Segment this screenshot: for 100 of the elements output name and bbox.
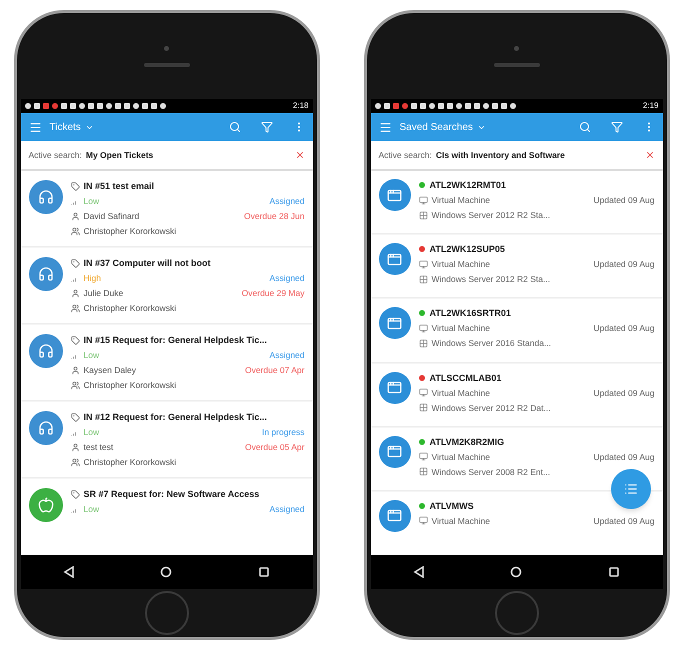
menu-icon[interactable]	[28, 120, 42, 134]
updated-date: Updated 09 Aug	[594, 322, 654, 334]
search-icon[interactable]	[228, 121, 240, 133]
ticket-title[interactable]: IN #37 Computer will not boot	[84, 257, 211, 269]
asset-type: Virtual Machine	[432, 322, 490, 334]
headset-icon	[38, 266, 54, 282]
headset-icon	[38, 343, 54, 359]
menu-icon[interactable]	[378, 120, 392, 134]
tag-icon	[70, 336, 80, 344]
apple-icon	[38, 497, 54, 513]
status-label: Assigned	[270, 195, 304, 207]
priority-label: Low	[84, 349, 100, 361]
monitor-icon	[418, 196, 428, 204]
requester-name: Kaysen Daley	[84, 364, 136, 376]
updated-date: Updated 09 Aug	[594, 514, 654, 527]
active-search-label: Active search:	[378, 148, 432, 162]
tag-icon	[70, 412, 80, 422]
window-icon	[387, 444, 402, 460]
tag-icon	[70, 182, 80, 190]
asset-name[interactable]: ATL2WK12RMT01	[430, 179, 506, 191]
tag-icon	[70, 258, 80, 268]
close-icon[interactable]	[294, 150, 304, 160]
recents-icon[interactable]	[608, 566, 620, 578]
status-time: 2:19	[642, 102, 658, 110]
requester-name: David Safinard	[84, 210, 140, 222]
operating-system: Windows Server 2012 R2 Sta...	[432, 209, 550, 221]
due-date: Overdue 05 Apr	[244, 441, 304, 453]
assignee-name: Christopher Kororkowski	[84, 225, 176, 237]
active-search-value: My Open Tickets	[86, 148, 154, 162]
home-button[interactable]	[494, 591, 538, 635]
status-time: 2:18	[292, 102, 308, 110]
ticket-title[interactable]: SR #7 Request for: New Software Access	[84, 488, 260, 500]
operating-system: Windows Server 2016 Standa...	[432, 337, 552, 350]
operating-system: Windows Server 2008 R2 Ent...	[432, 466, 550, 478]
active-search-value: CIs with Inventory and Software	[436, 148, 565, 162]
updated-date: Updated 09 Aug	[594, 386, 654, 399]
grid-icon	[418, 467, 428, 476]
person-icon	[70, 212, 80, 220]
back-icon[interactable]	[63, 566, 76, 578]
status-label: In progress	[262, 426, 304, 438]
status-label: Assigned	[270, 349, 304, 361]
grid-icon	[418, 403, 428, 412]
due-date: Overdue 07 Apr	[244, 364, 304, 376]
grid-icon	[418, 210, 428, 220]
status-label: Assigned	[270, 503, 304, 515]
asset-type: Virtual Machine	[432, 258, 490, 270]
operating-system: Windows Server 2012 R2 Sta...	[432, 273, 550, 286]
priority-label: Low	[84, 426, 100, 438]
updated-date: Updated 09 Aug	[594, 194, 654, 206]
headset-icon	[38, 420, 54, 436]
assignee-name: Christopher Kororkowski	[84, 379, 176, 391]
home-icon[interactable]	[160, 566, 172, 578]
asset-name[interactable]: ATLVMWS	[430, 500, 474, 512]
asset-type: Virtual Machine	[432, 386, 490, 399]
monitor-icon	[418, 516, 428, 526]
speaker-grille	[494, 62, 540, 66]
filter-icon[interactable]	[610, 121, 622, 133]
home-button[interactable]	[144, 591, 188, 635]
search-icon[interactable]	[578, 121, 590, 133]
operating-system: Windows Server 2012 R2 Dat...	[432, 402, 551, 414]
home-icon[interactable]	[510, 566, 522, 578]
back-icon[interactable]	[413, 566, 426, 578]
person-icon	[70, 442, 80, 452]
assignee-name: Christopher Kororkowski	[84, 456, 176, 468]
asset-name[interactable]: ATLVM2K8R2MIG	[430, 436, 504, 448]
person-icon	[70, 366, 80, 374]
asset-name[interactable]: ATLSCCMLAB01	[430, 372, 502, 384]
asset-type: Virtual Machine	[432, 450, 490, 463]
asset-name[interactable]: ATL2WK12SUP05	[430, 243, 505, 256]
active-search-label: Active search:	[28, 148, 82, 162]
requester-name: test test	[84, 441, 114, 453]
grid-icon	[418, 338, 428, 348]
assignee-name: Christopher Kororkowski	[84, 302, 176, 314]
window-icon	[387, 508, 402, 524]
close-icon[interactable]	[644, 150, 654, 160]
monitor-icon	[418, 452, 428, 462]
window-icon	[387, 316, 402, 331]
recents-icon[interactable]	[258, 566, 270, 578]
ticket-title[interactable]: IN #51 test email	[84, 180, 154, 192]
ticket-title[interactable]: IN #15 Request for: General Helpdesk Tic...	[84, 334, 267, 346]
grid-icon	[418, 274, 428, 284]
due-date: Overdue 28 Jun	[244, 210, 304, 222]
group-icon	[70, 380, 80, 390]
tag-icon	[70, 490, 80, 498]
due-date: Overdue 29 May	[242, 287, 304, 299]
asset-name[interactable]: ATL2WK16SRTR01	[430, 307, 511, 320]
priority-label: Low	[84, 195, 100, 207]
status-label: Assigned	[270, 272, 304, 284]
group-icon	[70, 304, 80, 312]
priority-label: Low	[84, 503, 100, 515]
monitor-icon	[418, 388, 428, 398]
monitor-icon	[418, 324, 428, 333]
requester-name: Julie Duke	[84, 287, 124, 299]
updated-date: Updated 09 Aug	[594, 258, 654, 270]
window-icon	[387, 380, 402, 396]
group-icon	[70, 458, 80, 466]
filter-icon[interactable]	[260, 121, 272, 133]
asset-type: Virtual Machine	[432, 194, 490, 206]
monitor-icon	[418, 260, 428, 269]
ticket-title[interactable]: IN #12 Request for: General Helpdesk Tic...	[84, 411, 267, 423]
